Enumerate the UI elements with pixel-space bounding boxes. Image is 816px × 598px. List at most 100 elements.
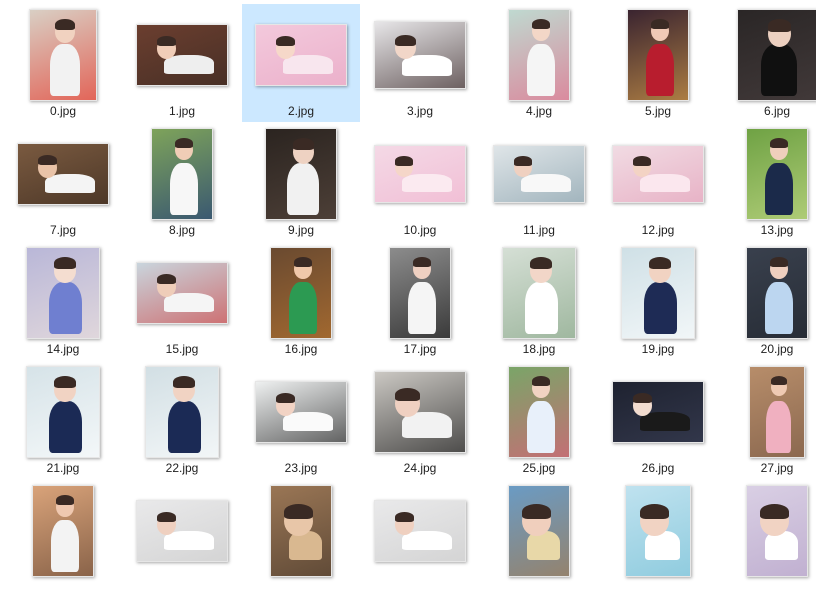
figure-body bbox=[643, 282, 677, 335]
file-name: 4.jpg bbox=[525, 104, 553, 118]
image-thumbnail[interactable] bbox=[746, 485, 808, 577]
figure-hair bbox=[649, 256, 671, 270]
file-item[interactable]: 7.jpg bbox=[4, 123, 122, 241]
image-thumbnail[interactable] bbox=[255, 24, 347, 86]
thumbnail-frame bbox=[242, 127, 360, 221]
image-thumbnail[interactable] bbox=[737, 9, 816, 101]
image-thumbnail[interactable] bbox=[508, 9, 570, 101]
image-thumbnail[interactable] bbox=[749, 366, 805, 458]
figure-hair bbox=[769, 256, 788, 267]
file-item[interactable]: 0.jpg bbox=[4, 4, 122, 122]
image-thumbnail[interactable] bbox=[374, 500, 466, 562]
image-thumbnail[interactable] bbox=[151, 128, 213, 220]
image-thumbnail[interactable] bbox=[255, 381, 347, 443]
figure-hair bbox=[650, 18, 669, 29]
file-item[interactable]: 9.jpg bbox=[242, 123, 360, 241]
image-thumbnail[interactable] bbox=[625, 485, 691, 577]
file-item[interactable]: 18.jpg bbox=[480, 242, 598, 360]
image-thumbnail[interactable] bbox=[136, 500, 228, 562]
image-thumbnail[interactable] bbox=[493, 145, 585, 203]
file-item[interactable]: 19.jpg bbox=[599, 242, 717, 360]
file-name: 21.jpg bbox=[46, 461, 80, 475]
image-thumbnail[interactable] bbox=[26, 366, 100, 458]
figure-body bbox=[48, 282, 82, 335]
image-thumbnail[interactable] bbox=[374, 145, 466, 203]
file-item[interactable]: 10.jpg bbox=[361, 123, 479, 241]
figure-hair bbox=[531, 375, 550, 386]
thumbnail-frame bbox=[123, 127, 241, 221]
image-thumbnail[interactable] bbox=[508, 485, 570, 577]
image-thumbnail[interactable] bbox=[374, 21, 466, 89]
file-name: 5.jpg bbox=[644, 104, 672, 118]
file-item[interactable]: 23.jpg bbox=[242, 361, 360, 479]
file-item[interactable] bbox=[361, 480, 479, 598]
file-item[interactable]: 16.jpg bbox=[242, 242, 360, 360]
file-item[interactable]: 22.jpg bbox=[123, 361, 241, 479]
figure-hair bbox=[769, 137, 788, 148]
figure-body bbox=[640, 412, 690, 432]
figure-hair bbox=[156, 274, 176, 285]
file-item[interactable] bbox=[4, 480, 122, 598]
image-thumbnail[interactable] bbox=[265, 128, 337, 220]
file-item[interactable] bbox=[599, 480, 717, 598]
file-name: 3.jpg bbox=[406, 104, 434, 118]
image-thumbnail[interactable] bbox=[270, 247, 332, 339]
file-name: 27.jpg bbox=[760, 461, 794, 475]
file-name: 18.jpg bbox=[522, 342, 556, 356]
file-item[interactable]: 26.jpg bbox=[599, 361, 717, 479]
file-item[interactable]: 14.jpg bbox=[4, 242, 122, 360]
thumbnail-frame bbox=[4, 246, 122, 340]
file-item[interactable]: 11.jpg bbox=[480, 123, 598, 241]
file-item[interactable]: 5.jpg bbox=[599, 4, 717, 122]
file-name: 14.jpg bbox=[46, 342, 80, 356]
file-item[interactable]: 20.jpg bbox=[718, 242, 816, 360]
figure-hair bbox=[632, 393, 652, 404]
file-item[interactable] bbox=[242, 480, 360, 598]
file-item[interactable]: 27.jpg bbox=[718, 361, 816, 479]
file-item[interactable]: 6.jpg bbox=[718, 4, 816, 122]
thumbnail-frame bbox=[242, 8, 360, 102]
file-item[interactable]: 3.jpg bbox=[361, 4, 479, 122]
figure-body bbox=[164, 531, 214, 551]
image-thumbnail[interactable] bbox=[270, 485, 332, 577]
file-item[interactable]: 17.jpg bbox=[361, 242, 479, 360]
thumbnail-frame bbox=[480, 127, 598, 221]
image-thumbnail[interactable] bbox=[508, 366, 570, 458]
image-thumbnail[interactable] bbox=[374, 371, 466, 453]
file-item[interactable]: 25.jpg bbox=[480, 361, 598, 479]
image-thumbnail[interactable] bbox=[621, 247, 695, 339]
figure-body bbox=[283, 412, 333, 432]
file-item[interactable]: 13.jpg bbox=[718, 123, 816, 241]
image-thumbnail[interactable] bbox=[389, 247, 451, 339]
file-item[interactable] bbox=[718, 480, 816, 598]
file-item[interactable]: 1.jpg bbox=[123, 4, 241, 122]
image-thumbnail[interactable] bbox=[502, 247, 576, 339]
file-item[interactable]: 15.jpg bbox=[123, 242, 241, 360]
image-thumbnail[interactable] bbox=[136, 24, 228, 86]
file-item[interactable]: 12.jpg bbox=[599, 123, 717, 241]
image-thumbnail[interactable] bbox=[136, 262, 228, 324]
image-thumbnail[interactable] bbox=[145, 366, 219, 458]
file-item[interactable]: 4.jpg bbox=[480, 4, 598, 122]
image-thumbnail[interactable] bbox=[32, 485, 94, 577]
image-thumbnail[interactable] bbox=[29, 9, 97, 101]
image-thumbnail[interactable] bbox=[612, 381, 704, 443]
figure-hair bbox=[531, 18, 550, 29]
figure-body bbox=[527, 401, 555, 454]
file-item[interactable]: 21.jpg bbox=[4, 361, 122, 479]
image-thumbnail[interactable] bbox=[746, 247, 808, 339]
image-thumbnail[interactable] bbox=[17, 143, 109, 205]
figure-body bbox=[164, 55, 214, 75]
file-name: 20.jpg bbox=[760, 342, 794, 356]
figure-hair bbox=[54, 256, 76, 270]
file-item[interactable]: 8.jpg bbox=[123, 123, 241, 241]
thumbnail-frame bbox=[718, 484, 816, 578]
file-item[interactable]: 24.jpg bbox=[361, 361, 479, 479]
image-thumbnail[interactable] bbox=[26, 247, 100, 339]
image-thumbnail[interactable] bbox=[612, 145, 704, 203]
image-thumbnail[interactable] bbox=[746, 128, 808, 220]
file-item[interactable]: 2.jpg bbox=[242, 4, 360, 122]
file-item[interactable] bbox=[480, 480, 598, 598]
image-thumbnail[interactable] bbox=[627, 9, 689, 101]
file-item[interactable] bbox=[123, 480, 241, 598]
